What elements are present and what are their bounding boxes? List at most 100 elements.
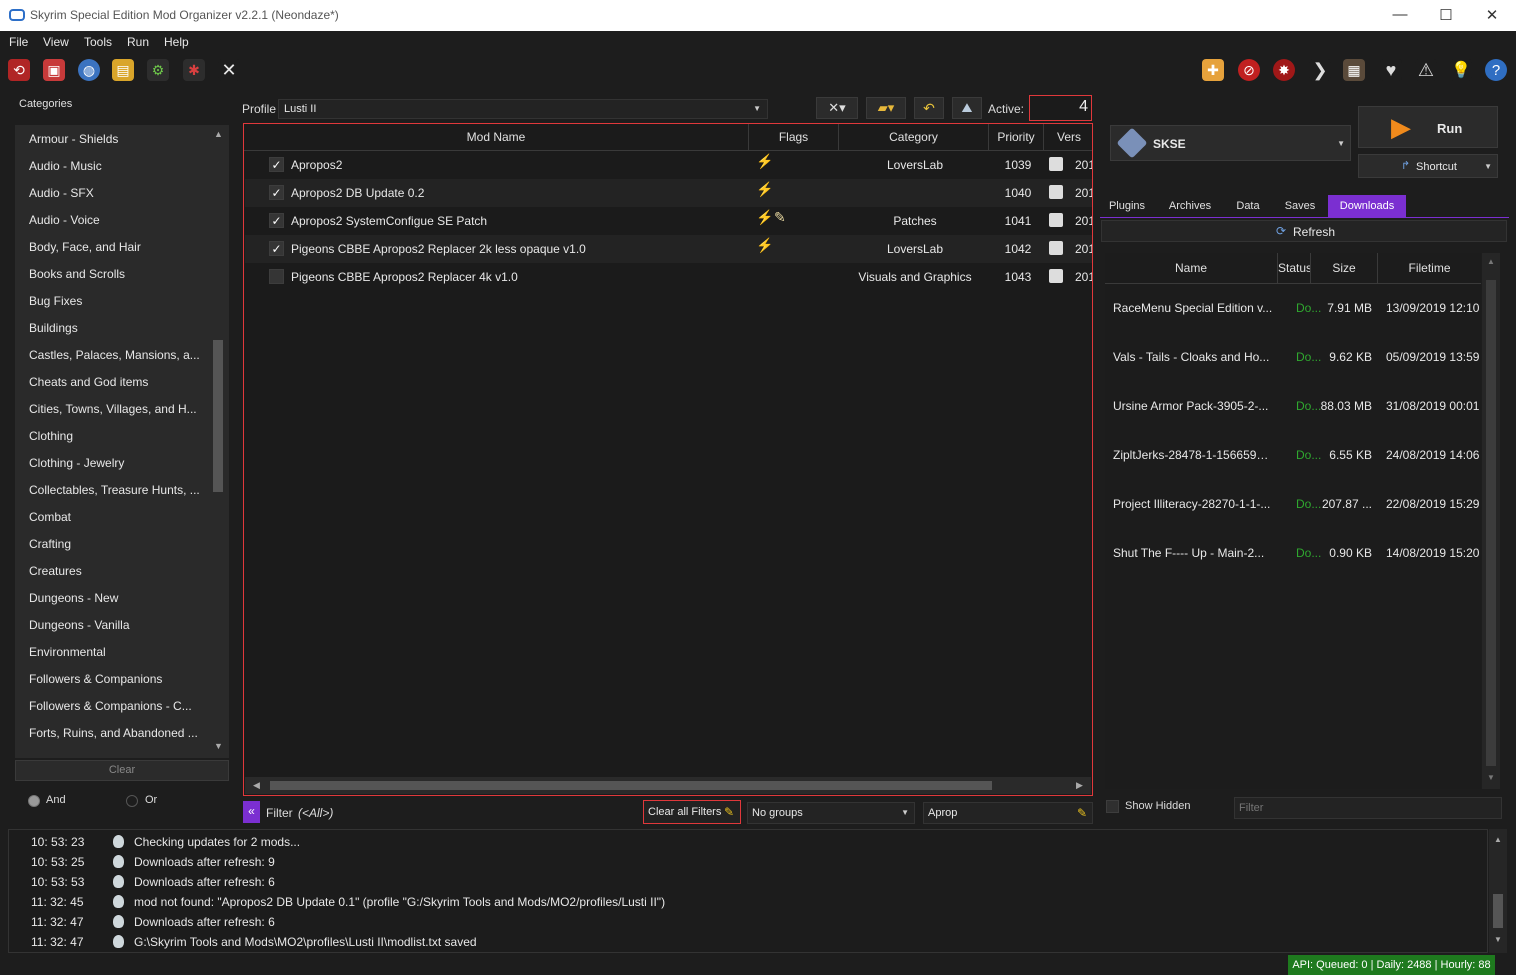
- mod-checkbox[interactable]: [269, 269, 284, 284]
- backup-icon[interactable]: ⛰: [952, 97, 982, 119]
- col-priority[interactable]: Priority: [989, 124, 1044, 150]
- downloads-scrollbar[interactable]: ▲ ▼: [1482, 253, 1500, 789]
- groups-select[interactable]: No groups ▼: [747, 802, 915, 824]
- restore-backup-icon[interactable]: ↶: [914, 97, 944, 119]
- col-mod-name[interactable]: Mod Name: [244, 124, 749, 150]
- settings-icon[interactable]: ✕: [218, 59, 240, 81]
- table-row[interactable]: ✓ Apropos2 SystemConfigue SE Patch ⚡ ✎ P…: [245, 207, 1092, 235]
- minimize-button[interactable]: —: [1390, 6, 1410, 23]
- mod-checkbox[interactable]: ✓: [269, 185, 284, 200]
- modlist-tools-icon[interactable]: ✕▾: [816, 97, 858, 119]
- scroll-thumb[interactable]: [1486, 280, 1496, 766]
- list-item[interactable]: Environmental: [29, 642, 201, 662]
- menu-view[interactable]: View: [43, 35, 69, 49]
- tab-saves[interactable]: Saves: [1279, 195, 1321, 217]
- mod-checkbox[interactable]: ✓: [269, 241, 284, 256]
- table-row[interactable]: Shut The F---- Up - Main-2... Do... 0.90…: [1105, 529, 1481, 578]
- col-flags[interactable]: Flags: [749, 124, 839, 150]
- clear-search-icon[interactable]: ✎: [1077, 806, 1087, 820]
- loot-icon[interactable]: ⊘: [1238, 59, 1260, 81]
- table-row[interactable]: Project Illiteracy-28270-1-1-... Do... 2…: [1105, 480, 1481, 529]
- scroll-thumb[interactable]: [270, 781, 992, 790]
- tab-downloads[interactable]: Downloads: [1328, 195, 1406, 217]
- or-radio[interactable]: [126, 795, 138, 807]
- and-radio[interactable]: [28, 795, 40, 807]
- list-item[interactable]: Clothing - Jewelry: [29, 453, 201, 473]
- refresh-button[interactable]: ⟳ Refresh: [1101, 220, 1507, 242]
- table-row[interactable]: Pigeons CBBE Apropos2 Replacer 4k v1.0 V…: [245, 263, 1092, 291]
- executable-select[interactable]: SKSE ▼: [1110, 125, 1351, 161]
- xedit-icon[interactable]: ✸: [1273, 59, 1295, 81]
- mod-checkbox[interactable]: ✓: [269, 157, 284, 172]
- tab-data[interactable]: Data: [1229, 195, 1267, 217]
- list-item[interactable]: Body, Face, and Hair: [29, 237, 201, 257]
- list-item[interactable]: Clothing: [29, 426, 201, 446]
- endorse-heart-icon[interactable]: ♥: [1380, 59, 1402, 81]
- puzzle-plugin-icon[interactable]: ✚: [1202, 59, 1224, 81]
- mod-list-hscrollbar[interactable]: ◀ ▶: [245, 777, 1091, 794]
- scroll-down-icon[interactable]: ▼: [1487, 773, 1495, 782]
- col-dl-name[interactable]: Name: [1105, 253, 1278, 283]
- table-row[interactable]: ✓ Apropos2 DB Update 0.2 ⚡ 1040 201: [245, 179, 1092, 207]
- categories-scrollbar[interactable]: ▲ ▼: [209, 125, 229, 758]
- menu-file[interactable]: File: [9, 35, 28, 49]
- list-item[interactable]: Forts, Ruins, and Abandoned ...: [29, 723, 201, 743]
- list-item[interactable]: Crafting: [29, 534, 201, 554]
- nexus-globe-icon[interactable]: ◍: [78, 59, 100, 81]
- table-row[interactable]: ZipltJerks-28478-1-1566593... Do... 6.55…: [1105, 431, 1481, 480]
- maximize-button[interactable]: ☐: [1436, 6, 1456, 24]
- log-scrollbar[interactable]: ▲ ▼: [1489, 829, 1507, 953]
- profiles-icon[interactable]: ⟲: [8, 59, 30, 81]
- tab-plugins[interactable]: Plugins: [1104, 195, 1150, 217]
- shortcut-button[interactable]: ↱ Shortcut ▼: [1358, 154, 1498, 178]
- list-item[interactable]: Audio - Music: [29, 156, 201, 176]
- install-mod-icon[interactable]: ▣: [43, 59, 65, 81]
- menu-help[interactable]: Help: [164, 35, 189, 49]
- list-item[interactable]: Cheats and God items: [29, 372, 201, 392]
- list-item[interactable]: Creatures: [29, 561, 201, 581]
- scroll-right-icon[interactable]: ▶: [1076, 780, 1083, 791]
- col-category[interactable]: Category: [839, 124, 989, 150]
- list-item[interactable]: Followers & Companions: [29, 669, 201, 689]
- menu-tools[interactable]: Tools: [84, 35, 112, 49]
- list-item[interactable]: Dungeons - New: [29, 588, 201, 608]
- clear-all-filters-button[interactable]: Clear all Filters ✎: [643, 800, 741, 824]
- toggle-filters-button[interactable]: «: [243, 801, 260, 823]
- help-icon[interactable]: ?: [1485, 59, 1507, 81]
- tools-icon[interactable]: ✱: [183, 59, 205, 81]
- run-button[interactable]: ▶ Run: [1358, 106, 1498, 148]
- mod-search-input[interactable]: Aprop ✎: [923, 802, 1093, 824]
- tab-archives[interactable]: Archives: [1164, 195, 1216, 217]
- list-item[interactable]: Combat: [29, 507, 201, 527]
- list-item[interactable]: Bug Fixes: [29, 291, 201, 311]
- table-row[interactable]: Ursine Armor Pack-3905-2-... Do... 88.03…: [1105, 382, 1481, 431]
- log-panel[interactable]: 10: 53: 23 Checking updates for 2 mods..…: [8, 829, 1488, 953]
- table-row[interactable]: RaceMenu Special Edition v... Do... 7.91…: [1105, 284, 1481, 333]
- downloads-filter-input[interactable]: [1234, 797, 1502, 819]
- updates-bulb-icon[interactable]: 💡: [1450, 59, 1472, 81]
- menu-run[interactable]: Run: [127, 35, 149, 49]
- mod-list[interactable]: Mod Name Flags Category Priority Vers ✓ …: [243, 123, 1093, 796]
- show-hidden-checkbox[interactable]: [1106, 800, 1119, 813]
- list-item[interactable]: Dungeons - Vanilla: [29, 615, 201, 635]
- scroll-down-icon[interactable]: ▼: [214, 741, 223, 751]
- scroll-left-icon[interactable]: ◀: [253, 780, 260, 791]
- list-item[interactable]: Collectables, Treasure Hunts, ...: [29, 480, 201, 500]
- col-dl-filetime[interactable]: Filetime: [1378, 253, 1481, 283]
- arrow-right-icon[interactable]: ❯: [1309, 59, 1331, 81]
- table-row[interactable]: Vals - Tails - Cloaks and Ho... Do... 9.…: [1105, 333, 1481, 382]
- list-item[interactable]: Books and Scrolls: [29, 264, 201, 284]
- list-item[interactable]: Audio - Voice: [29, 210, 201, 230]
- list-item[interactable]: Followers & Companions - C...: [29, 696, 201, 716]
- scroll-thumb[interactable]: [213, 340, 223, 492]
- mod-tool-icon[interactable]: ▦: [1343, 59, 1365, 81]
- list-item[interactable]: Armour - Shields: [29, 129, 201, 149]
- scroll-up-icon[interactable]: ▲: [1487, 257, 1495, 266]
- list-item[interactable]: Castles, Palaces, Mansions, a...: [29, 345, 201, 365]
- list-item[interactable]: Audio - SFX: [29, 183, 201, 203]
- scroll-down-icon[interactable]: ▼: [1494, 935, 1502, 944]
- ini-editor-icon[interactable]: ▤: [112, 59, 134, 81]
- profile-select[interactable]: Lusti II ▼: [278, 99, 768, 119]
- clear-categories-button[interactable]: Clear: [15, 760, 229, 781]
- downloads-list[interactable]: Name Status Size Filetime RaceMenu Speci…: [1105, 253, 1481, 789]
